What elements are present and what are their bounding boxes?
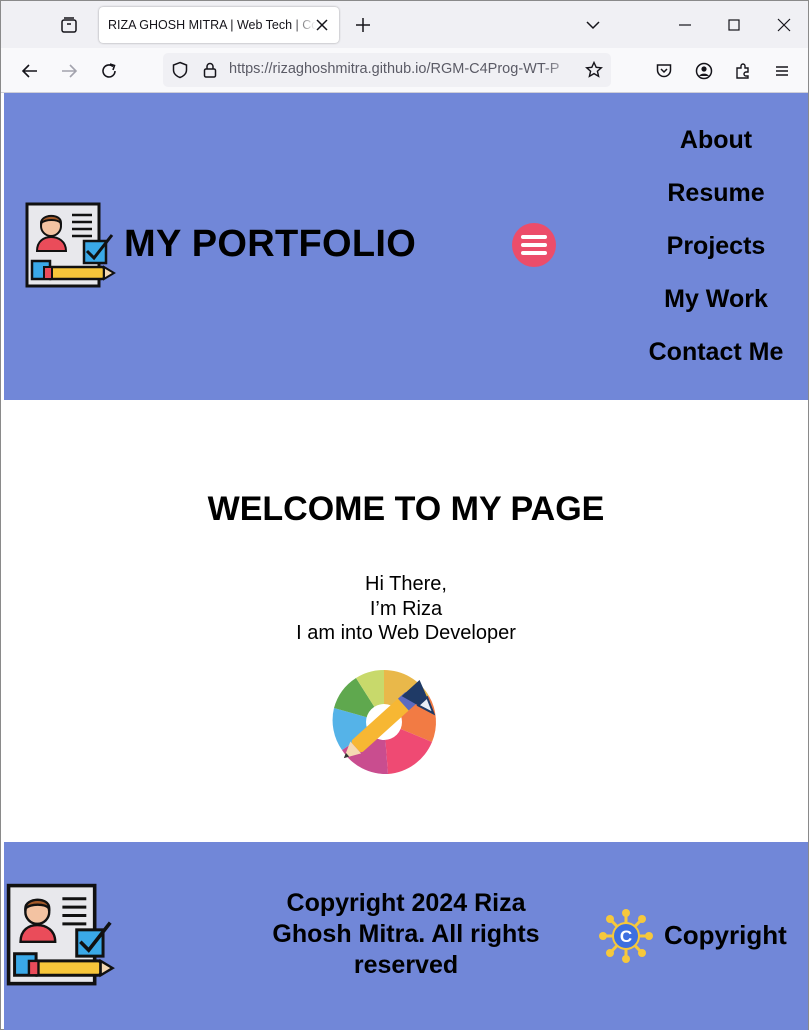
site-title: MY PORTFOLIO — [124, 223, 417, 265]
nav-link-projects[interactable]: Projects — [634, 220, 798, 273]
tab-list-icon[interactable] — [57, 13, 81, 37]
url-bar[interactable]: https://rizaghoshmitra.github.io/RGM-C4P… — [163, 53, 611, 87]
pocket-icon[interactable] — [651, 58, 677, 84]
forward-arrow-icon[interactable] — [56, 58, 82, 84]
nav-link-about[interactable]: About — [634, 114, 798, 167]
window-close-icon[interactable] — [772, 13, 796, 37]
page-content: MY PORTFOLIO About Resume Projects My Wo… — [4, 93, 808, 1030]
reload-icon[interactable] — [96, 58, 122, 84]
tab-strip: RIZA GHOSH MITRA | Web Tech | Course — [1, 1, 808, 48]
maximize-icon[interactable] — [722, 13, 746, 37]
menu-icon[interactable] — [769, 58, 795, 84]
site-footer: Copyright 2024 Riza Ghosh Mitra. All rig… — [4, 842, 808, 1030]
navigation-toolbar: https://rizaghoshmitra.github.io/RGM-C4P… — [1, 48, 808, 93]
tab-title: RIZA GHOSH MITRA | Web Tech | Course — [108, 18, 316, 32]
intro-line: Hi There, — [365, 573, 447, 595]
copyright-text: Copyright 2024 Riza Ghosh Mitra. All rig… — [272, 889, 540, 979]
extensions-icon[interactable] — [730, 58, 756, 84]
account-icon[interactable] — [691, 58, 717, 84]
footer-logo-icon — [4, 882, 116, 992]
star-icon[interactable] — [583, 59, 605, 81]
nav-link-my-work[interactable]: My Work — [634, 273, 798, 326]
back-arrow-icon[interactable] — [17, 58, 43, 84]
intro-text: Hi There, I’m Riza I am into Web Develop… — [4, 572, 808, 646]
url-text: https://rizaghoshmitra.github.io/RGM-C4P… — [229, 61, 560, 77]
close-icon[interactable] — [313, 16, 331, 34]
minimize-icon[interactable] — [673, 13, 697, 37]
plus-icon[interactable] — [353, 15, 373, 35]
lock-icon[interactable] — [199, 59, 221, 81]
browser-window: RIZA GHOSH MITRA | Web Tech | Course — [0, 0, 809, 1030]
hamburger-menu-icon[interactable] — [512, 223, 556, 267]
chevron-down-icon[interactable] — [583, 15, 603, 35]
nav-link-contact-me[interactable]: Contact Me — [634, 326, 798, 379]
copyright-icon: C — [598, 908, 654, 964]
portfolio-logo-icon — [24, 201, 116, 293]
svg-text:C: C — [620, 927, 632, 946]
nav-link-resume[interactable]: Resume — [634, 167, 798, 220]
main-nav: About Resume Projects My Work Contact Me — [634, 114, 798, 379]
active-tab[interactable]: RIZA GHOSH MITRA | Web Tech | Course — [99, 7, 339, 43]
welcome-section: WELCOME TO MY PAGE Hi There, I’m Riza I … — [4, 400, 808, 842]
welcome-heading: WELCOME TO MY PAGE — [207, 490, 605, 528]
shield-icon[interactable] — [169, 59, 191, 81]
copyright-label: Copyright — [664, 920, 787, 950]
intro-line: I am into Web Developer — [296, 622, 516, 644]
design-tools-icon — [326, 664, 442, 780]
intro-line: I’m Riza — [369, 597, 443, 620]
site-header: MY PORTFOLIO About Resume Projects My Wo… — [4, 93, 808, 400]
